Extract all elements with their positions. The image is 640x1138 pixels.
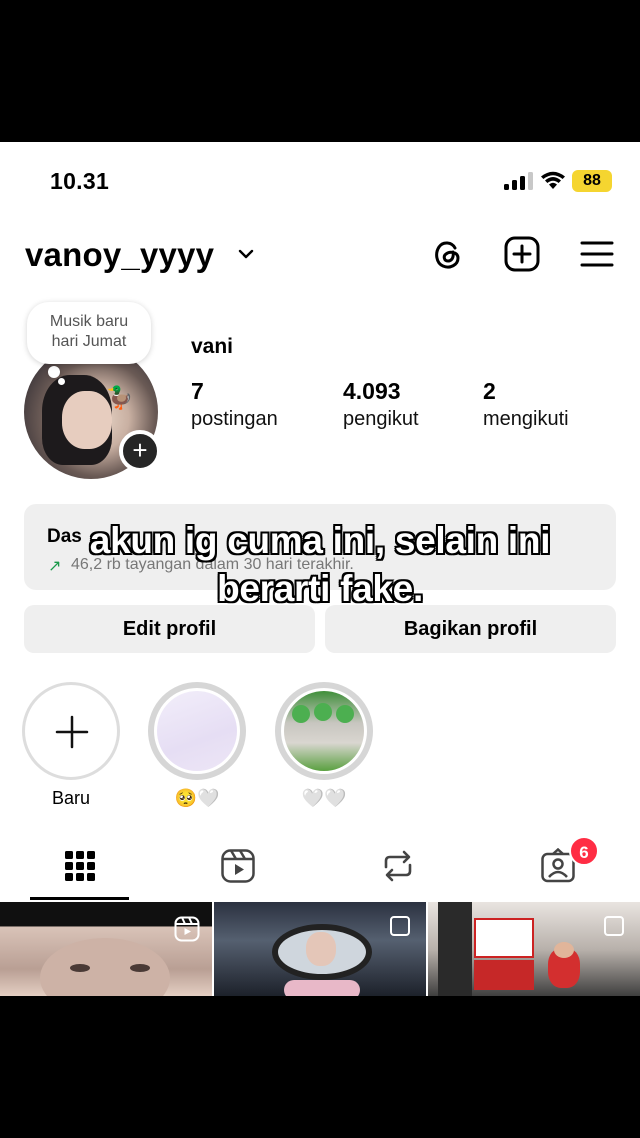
posts-label[interactable]: postingan [191, 408, 278, 431]
profile-username[interactable]: vanoy_yyyy [25, 236, 214, 274]
new-highlight-button[interactable] [22, 682, 120, 780]
highlight-label-1: 🥺🤍 [174, 788, 220, 808]
profile-note[interactable]: Musik baru hari Jumat [27, 302, 151, 364]
edit-profile-button[interactable]: Edit profil [24, 605, 315, 653]
chevron-down-icon[interactable] [238, 248, 254, 260]
reposts-tab-icon[interactable] [380, 848, 416, 884]
grid-post-2[interactable] [214, 902, 426, 996]
followers-label[interactable]: pengikut [343, 408, 419, 431]
note-bubble-tail [48, 366, 60, 378]
note-text-line2: hari Jumat [51, 333, 127, 350]
video-caption-line2: berarti fake. [217, 568, 423, 609]
share-profile-button[interactable]: Bagikan profil [325, 605, 616, 653]
cellular-signal-icon [504, 172, 534, 190]
carousel-badge-icon [390, 916, 410, 936]
video-caption-line1: akun ig cuma ini, selain ini [89, 520, 551, 561]
create-post-icon[interactable] [504, 236, 540, 272]
followers-count[interactable]: 4.093 [343, 378, 401, 405]
profile-screen: 10.31 88 vanoy_yyyy 🦆 + Musik baru hari … [0, 142, 640, 996]
highlight-2[interactable] [275, 682, 373, 780]
status-time: 10.31 [50, 168, 110, 194]
note-text-line1: Musik baru [49, 313, 129, 330]
tagged-notification-badge: 6 [569, 836, 599, 866]
reel-badge-icon [174, 916, 200, 942]
highlight-2-cover [284, 691, 364, 771]
duck-sticker-icon: 🦆 [106, 385, 134, 410]
add-story-button[interactable]: + [119, 430, 161, 472]
wifi-icon [541, 171, 565, 189]
battery-indicator: 88 [572, 170, 612, 192]
grid-post-1[interactable] [0, 902, 212, 996]
grid-tab-icon[interactable] [62, 848, 98, 884]
active-tab-indicator [30, 897, 129, 900]
carousel-badge-icon [604, 916, 624, 936]
highlight-1-cover [157, 691, 237, 771]
grid-post-3[interactable] [428, 902, 640, 996]
following-count[interactable]: 2 [483, 378, 496, 405]
highlight-label-new: Baru [51, 788, 91, 808]
following-label[interactable]: mengikuti [483, 408, 569, 431]
highlight-1[interactable] [148, 682, 246, 780]
threads-icon[interactable] [430, 236, 466, 272]
plus-icon [55, 715, 89, 749]
note-bubble-tail-small [58, 378, 65, 385]
reels-tab-icon[interactable] [220, 848, 256, 884]
menu-icon[interactable] [579, 236, 615, 272]
display-name: vani [191, 335, 234, 358]
highlight-label-2: 🤍🤍 [301, 788, 347, 808]
posts-count[interactable]: 7 [191, 378, 204, 405]
